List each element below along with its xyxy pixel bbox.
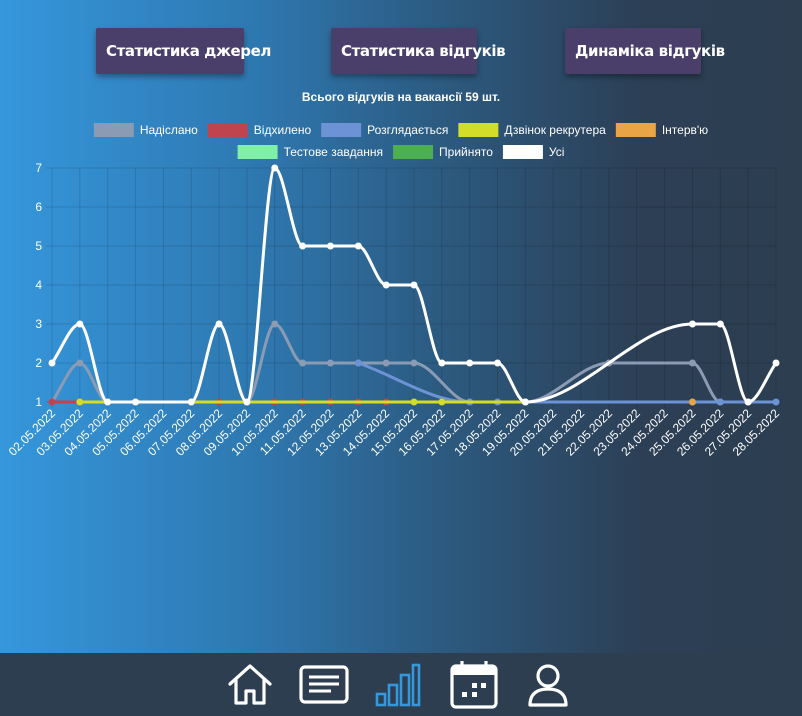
data-point[interactable]: [271, 320, 279, 328]
data-point[interactable]: [326, 359, 334, 367]
x-axis: 02.05.202203.05.202204.05.202205.05.2022…: [6, 406, 783, 459]
legend-item[interactable]: Усі: [502, 145, 565, 159]
data-point[interactable]: [382, 281, 390, 289]
nav-home-button[interactable]: [224, 659, 276, 711]
list-icon: [299, 665, 349, 704]
data-point[interactable]: [104, 398, 112, 406]
data-point[interactable]: [48, 359, 56, 367]
data-point[interactable]: [48, 398, 56, 406]
data-point[interactable]: [354, 359, 362, 367]
legend-swatch: [502, 145, 543, 159]
legend-label: Розглядається: [367, 123, 448, 137]
y-tick-label: 5: [35, 239, 42, 253]
profile-icon: [528, 664, 568, 707]
y-axis: 1 2 3 4 5 6 7: [35, 161, 42, 409]
legend-label: Надіслано: [140, 123, 198, 137]
data-point[interactable]: [299, 359, 307, 367]
nav-stats-button[interactable]: [372, 659, 424, 711]
data-point[interactable]: [410, 398, 418, 406]
calendar-icon: [450, 661, 498, 709]
data-point[interactable]: [688, 359, 696, 367]
y-tick-label: 2: [35, 356, 42, 370]
legend-item[interactable]: Розглядається: [321, 123, 448, 137]
data-point[interactable]: [187, 398, 195, 406]
y-tick-label: 7: [35, 161, 42, 175]
legend-swatch: [207, 123, 248, 137]
data-point[interactable]: [410, 359, 418, 367]
nav-profile-button[interactable]: [522, 659, 574, 711]
chart-legend: Надіслано Відхилено Розглядається Дзвінок р…: [93, 123, 708, 159]
legend-swatch: [393, 145, 434, 159]
legend-label: Відхилено: [254, 123, 312, 137]
data-point[interactable]: [354, 242, 362, 250]
data-point[interactable]: [716, 320, 724, 328]
line-chart: Надіслано Відхилено Розглядається Дзвінок р…: [6, 123, 783, 459]
data-point[interactable]: [76, 359, 84, 367]
data-point[interactable]: [521, 398, 529, 406]
legend-item[interactable]: Тестове завдання: [237, 145, 383, 159]
legend-item[interactable]: Відхилено: [207, 123, 312, 137]
data-point[interactable]: [438, 359, 446, 367]
data-point[interactable]: [76, 398, 84, 406]
data-point[interactable]: [76, 320, 84, 328]
nav-list-button[interactable]: [298, 659, 350, 711]
data-point[interactable]: [772, 398, 780, 406]
data-point[interactable]: [271, 164, 279, 172]
data-point[interactable]: [132, 398, 140, 406]
home-icon: [228, 664, 272, 705]
legend-label: Тестове завдання: [284, 145, 383, 159]
y-tick-label: 4: [35, 278, 42, 292]
legend-swatch: [458, 123, 499, 137]
chart-grid: [46, 167, 777, 408]
legend-label: Прийнято: [439, 145, 493, 159]
legend-swatch: [321, 123, 362, 137]
data-point[interactable]: [299, 242, 307, 250]
data-point[interactable]: [688, 320, 696, 328]
legend-swatch: [237, 145, 278, 159]
data-point[interactable]: [688, 398, 696, 406]
legend-item[interactable]: Інтерв'ю: [615, 123, 708, 137]
stats-icon: [375, 663, 421, 707]
legend-swatch: [615, 123, 656, 137]
data-point[interactable]: [382, 359, 390, 367]
data-point[interactable]: [494, 359, 502, 367]
legend-item[interactable]: Надіслано: [93, 123, 198, 137]
data-point[interactable]: [772, 359, 780, 367]
data-point[interactable]: [466, 359, 474, 367]
data-point[interactable]: [243, 398, 251, 406]
legend-swatch: [93, 123, 134, 137]
legend-label: Дзвінок рекрутера: [504, 123, 606, 137]
y-tick-label: 1: [35, 395, 42, 409]
data-point[interactable]: [716, 398, 724, 406]
data-point[interactable]: [410, 281, 418, 289]
y-tick-label: 6: [35, 200, 42, 214]
bottom-nav-bar: [0, 653, 802, 716]
data-point[interactable]: [326, 242, 334, 250]
data-point[interactable]: [215, 320, 223, 328]
nav-calendar-button[interactable]: [448, 659, 500, 711]
data-point[interactable]: [438, 398, 446, 406]
legend-label: Інтерв'ю: [662, 123, 708, 137]
series-group: [688, 398, 696, 406]
legend-item[interactable]: Прийнято: [393, 145, 493, 159]
y-tick-label: 3: [35, 317, 42, 331]
legend-label: Усі: [549, 145, 565, 159]
legend-item[interactable]: Дзвінок рекрутера: [458, 123, 606, 137]
data-point[interactable]: [744, 398, 752, 406]
